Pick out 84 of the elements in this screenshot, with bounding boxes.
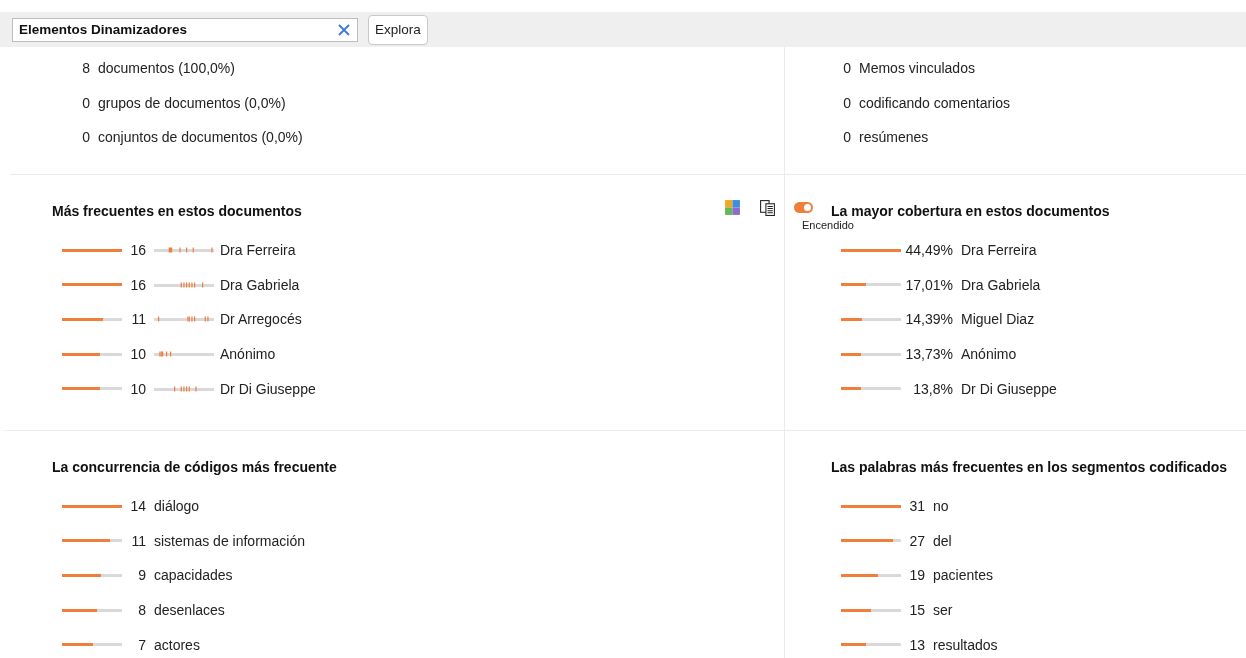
summary-label: Memos vinculados: [859, 60, 975, 77]
summary-label: documentos (100,0%): [98, 60, 235, 77]
toggle-label: Encendido: [802, 219, 854, 231]
item-value: 44,49%: [904, 242, 953, 259]
item-label: actores: [154, 636, 200, 653]
summary-label: codificando comentarios: [859, 94, 1010, 111]
level-bar: [62, 608, 122, 612]
level-bar: [62, 643, 122, 647]
explore-button[interactable]: Explora: [368, 14, 428, 45]
item-label: del: [933, 532, 952, 549]
item-label: Dr Di Giuseppe: [220, 380, 316, 397]
search-value: Elementos Dinamizadores: [19, 22, 188, 37]
toggle-switch[interactable]: [794, 202, 813, 213]
item-value: 11: [130, 532, 146, 549]
item-value: 31: [908, 498, 925, 515]
summary-count: 8: [82, 60, 90, 77]
item-label: Dra Ferreira: [220, 242, 296, 259]
item-label: capacidades: [154, 567, 233, 584]
level-bar: [841, 283, 901, 287]
level-bar: [62, 539, 122, 543]
item-value: 11: [130, 311, 146, 328]
level-bar: [62, 504, 122, 508]
item-label: sistemas de información: [154, 532, 305, 549]
puzzle-icon[interactable]: [724, 199, 741, 216]
summary-count: 0: [82, 129, 90, 146]
item-label: desenlaces: [154, 602, 225, 619]
item-label: Dr Arregocés: [220, 311, 302, 328]
summary-count: 0: [82, 94, 90, 111]
copy-icon[interactable]: [759, 199, 776, 216]
level-bar: [62, 352, 122, 356]
level-bar: [62, 283, 122, 287]
item-value: 13: [908, 636, 925, 653]
level-bar: [841, 539, 901, 543]
item-label: pacientes: [933, 567, 993, 584]
clear-icon[interactable]: [337, 22, 351, 37]
level-bar: [841, 387, 901, 391]
item-value: 19: [908, 567, 925, 584]
level-bar: [841, 504, 901, 508]
item-value: 13,73%: [904, 346, 953, 363]
item-value: 15: [908, 602, 925, 619]
level-bar: [62, 318, 122, 321]
section-title: La concurrencia de códigos más frecuente: [52, 459, 337, 477]
item-value: 14: [129, 498, 146, 515]
distribution-strip: [154, 247, 214, 254]
section-title: Las palabras más frecuentes en los segmentos codificados: [831, 459, 1228, 477]
item-value: 7: [137, 636, 146, 653]
item-value: 8: [137, 602, 146, 619]
summary-count: 0: [843, 129, 851, 146]
summary-label: resúmenes: [859, 129, 929, 146]
section-title: Más frecuentes en estos documentos: [52, 203, 302, 221]
item-label: resultados: [933, 636, 998, 653]
summary-count: 0: [843, 94, 851, 111]
item-label: ser: [933, 602, 953, 619]
level-bar: [62, 248, 122, 252]
item-label: Dra Ferreira: [961, 242, 1037, 259]
level-bar: [841, 643, 901, 647]
item-label: Dr Di Giuseppe: [961, 380, 1057, 397]
level-bar: [841, 608, 901, 612]
level-bar: [841, 574, 901, 577]
item-value: 10: [129, 346, 146, 363]
level-bar: [841, 352, 901, 356]
level-bar: [62, 387, 122, 391]
item-value: 14,39%: [904, 311, 953, 328]
item-value: 13,8%: [912, 380, 953, 397]
summary-count: 0: [843, 60, 851, 77]
item-value: 27: [908, 532, 925, 549]
level-bar: [841, 318, 901, 321]
item-value: 16: [129, 242, 146, 259]
item-value: 16: [129, 276, 146, 293]
item-label: Dra Gabriela: [961, 276, 1041, 293]
item-value: 9: [137, 567, 146, 584]
item-label: Miguel Diaz: [961, 311, 1035, 328]
search-field[interactable]: Elementos Dinamizadores: [12, 17, 358, 42]
item-value: 10: [129, 380, 146, 397]
summary-label: grupos de documentos (0,0%): [98, 94, 286, 111]
item-label: Anónimo: [961, 346, 1017, 363]
item-label: no: [933, 498, 949, 515]
summary-label: conjuntos de documentos (0,0%): [98, 129, 303, 146]
level-bar: [62, 574, 122, 577]
item-value: 17,01%: [904, 276, 953, 293]
item-label: Anónimo: [220, 346, 276, 363]
item-label: diálogo: [154, 498, 200, 515]
level-bar: [841, 248, 901, 252]
item-label: Dra Gabriela: [220, 276, 300, 293]
